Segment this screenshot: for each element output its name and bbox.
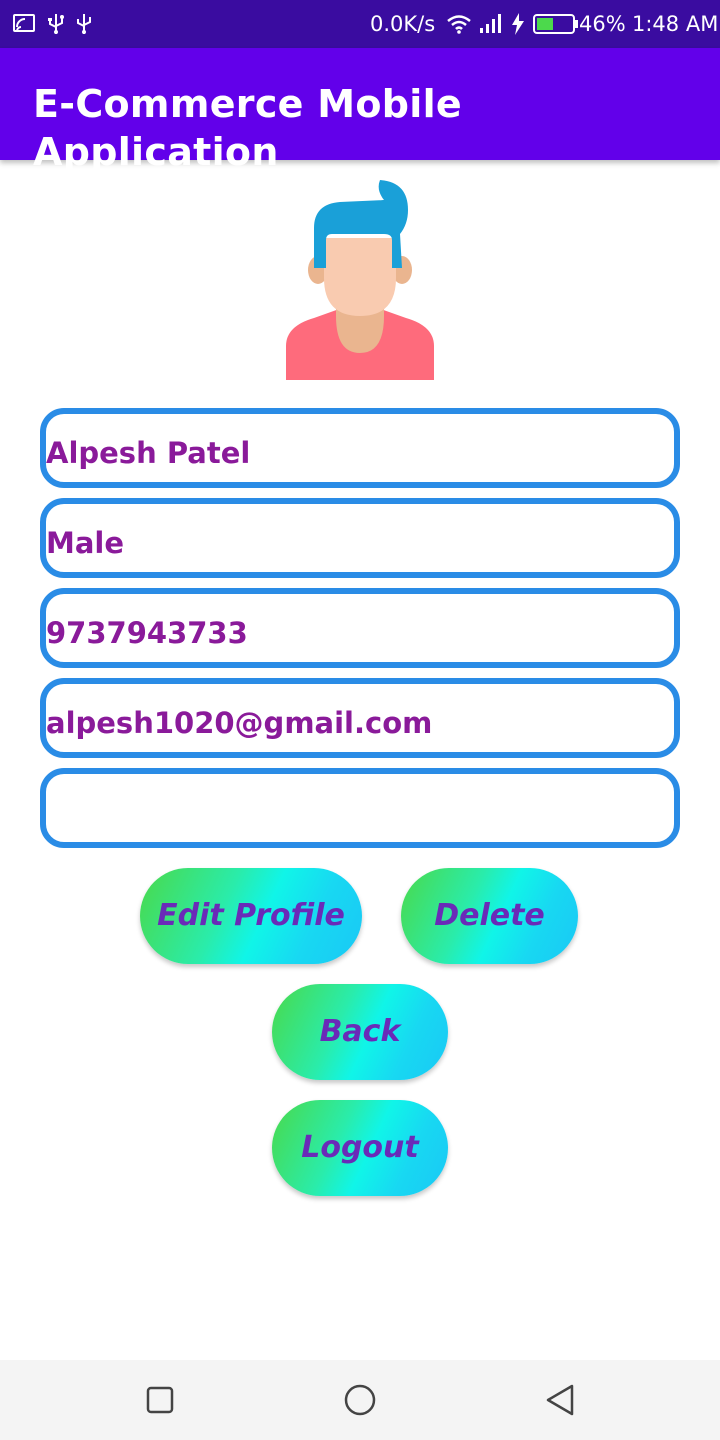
back-icon[interactable] (540, 1380, 580, 1420)
charging-icon (510, 12, 526, 41)
signal-icon (478, 12, 504, 41)
usb-icon (72, 12, 96, 41)
recent-apps-icon[interactable] (140, 1380, 180, 1420)
email-field[interactable]: alpesh1020@gmail.com (40, 678, 680, 758)
battery-icon (533, 12, 579, 41)
usb-icon (44, 12, 68, 41)
phone-field[interactable]: 9737943733 (40, 588, 680, 668)
delete-label: Delete (434, 898, 545, 933)
name-field[interactable]: Alpesh Patel (40, 408, 680, 488)
back-button[interactable]: Back (272, 984, 448, 1080)
status-bar: 0.0K/s 46% 1:48 AM (0, 0, 720, 48)
logout-label: Logout (301, 1130, 419, 1165)
phone-value: 9737943733 (46, 616, 248, 650)
screen: 0.0K/s 46% 1:48 AM E-Commerce Mobile App… (0, 0, 720, 1440)
network-speed: 0.0K/s (370, 12, 436, 36)
gender-value: Male (46, 526, 125, 560)
system-nav-bar (0, 1360, 720, 1440)
gender-field[interactable]: Male (40, 498, 680, 578)
back-label: Back (319, 1014, 401, 1049)
name-value: Alpesh Patel (46, 436, 251, 470)
home-icon[interactable] (340, 1380, 380, 1420)
battery-percent: 46% (579, 12, 626, 36)
wifi-icon (446, 12, 472, 41)
edit-profile-label: Edit Profile (157, 898, 345, 933)
app-bar: E-Commerce Mobile Application (0, 48, 720, 174)
edit-profile-button[interactable]: Edit Profile (140, 868, 362, 964)
delete-button[interactable]: Delete (401, 868, 578, 964)
user-avatar (284, 178, 436, 380)
logout-button[interactable]: Logout (272, 1100, 448, 1196)
app-title: E-Commerce Mobile Application (33, 82, 463, 174)
empty-field[interactable] (40, 768, 680, 848)
email-value: alpesh1020@gmail.com (46, 706, 433, 740)
clock: 1:48 AM (632, 12, 719, 36)
cast-icon (12, 12, 36, 41)
